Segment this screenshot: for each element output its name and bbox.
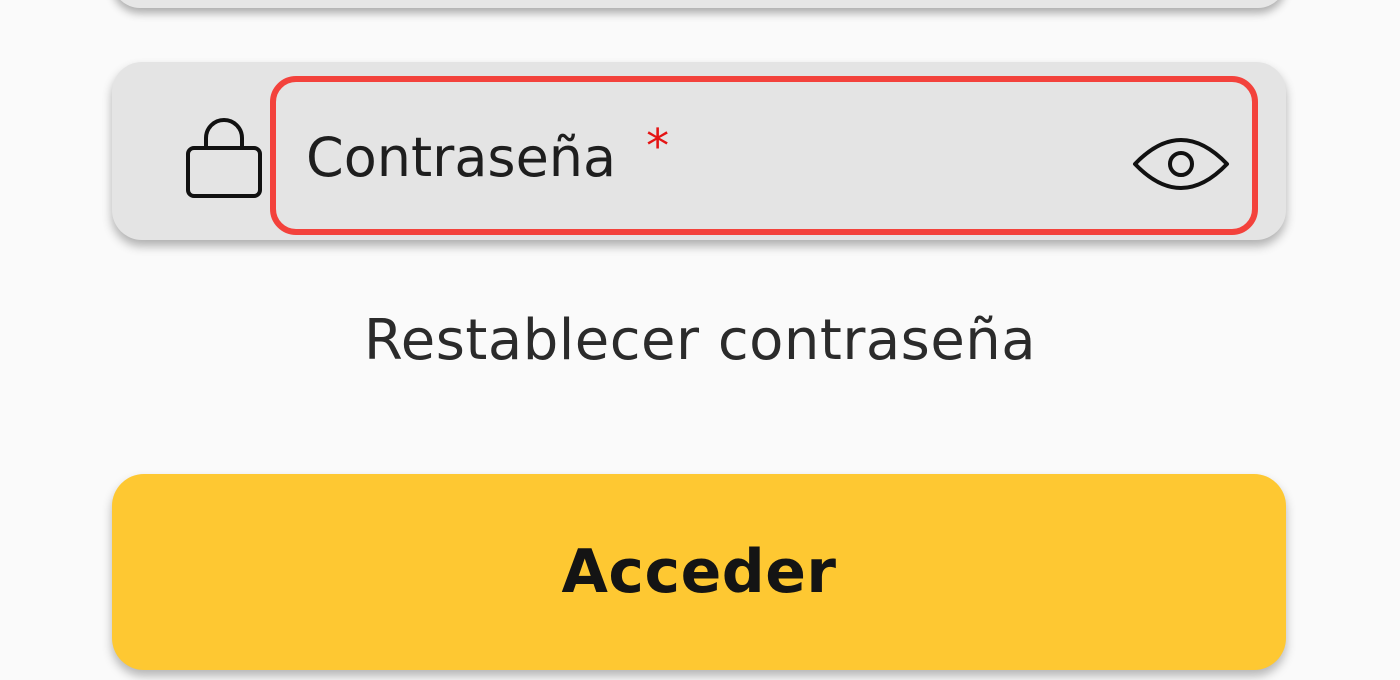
access-button-label: Acceder: [561, 537, 837, 607]
lock-icon: [184, 112, 264, 202]
password-field[interactable]: Contraseña *: [112, 62, 1286, 240]
password-input[interactable]: Contraseña *: [270, 76, 1258, 235]
required-marker: *: [646, 119, 670, 173]
password-label: Contraseña *: [306, 119, 669, 190]
password-label-text: Contraseña: [306, 126, 617, 189]
reset-password-link[interactable]: Restablecer contraseña: [0, 308, 1400, 374]
eye-icon[interactable]: [1132, 128, 1230, 200]
access-button[interactable]: Acceder: [112, 474, 1286, 670]
previous-input-field[interactable]: [112, 0, 1286, 8]
